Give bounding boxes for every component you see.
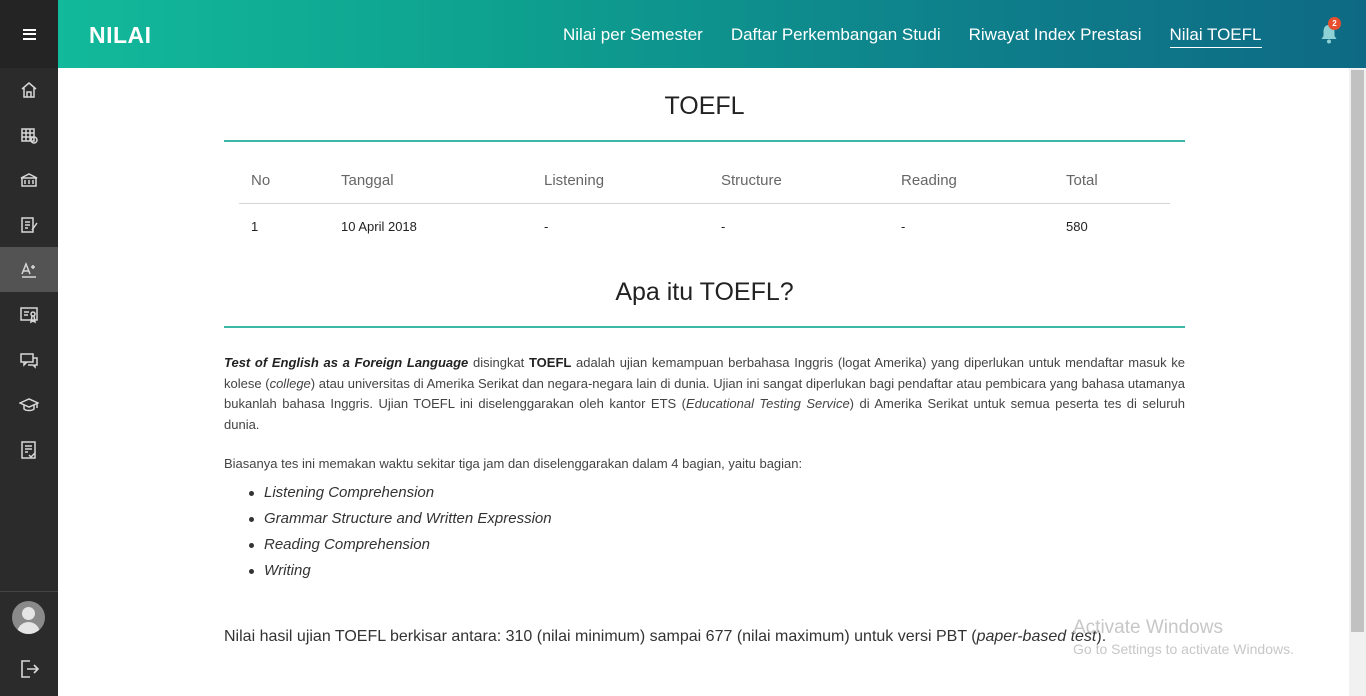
college-italic: college xyxy=(269,375,311,391)
top-header: NILAI Nilai per Semester Daftar Perkemba… xyxy=(58,0,1366,68)
list-item: Reading Comprehension xyxy=(224,532,1185,558)
toefl-table: No Tanggal Listening Structure Reading T… xyxy=(239,163,1170,243)
document-edit-icon xyxy=(21,216,38,233)
brand-title: NILAI xyxy=(89,22,152,48)
list-item: Listening Comprehension xyxy=(224,480,1185,506)
about-divider xyxy=(224,326,1185,328)
sidebar-item-schedule[interactable] xyxy=(0,112,58,157)
duration-paragraph: Biasanya tes ini memakan waktu sekitar t… xyxy=(224,456,803,471)
nav-daftar-perkembangan-studi[interactable]: Daftar Perkembangan Studi xyxy=(731,25,941,48)
term-italic: Test of English as a Foreign Language xyxy=(224,355,469,370)
col-header-structure: Structure xyxy=(721,172,782,189)
logout-icon xyxy=(21,660,40,678)
certificate-icon xyxy=(20,306,38,323)
watermark-line-2: Go to Settings to activate Windows. xyxy=(1073,641,1294,657)
col-header-tanggal: Tanggal xyxy=(341,172,394,189)
chat-icon xyxy=(20,352,38,369)
building-icon xyxy=(20,172,38,187)
watermark-line-1: Activate Windows xyxy=(1073,617,1223,638)
cell-structure: - xyxy=(721,219,726,234)
sidebar-item-home[interactable] xyxy=(0,67,58,112)
col-header-listening: Listening xyxy=(544,172,605,189)
sidebar-item-graduation[interactable] xyxy=(0,382,58,427)
notification-badge: 2 xyxy=(1328,17,1341,30)
list-item: Writing xyxy=(224,558,1185,584)
table-header-divider xyxy=(239,203,1170,204)
cell-no: 1 xyxy=(251,219,259,234)
nav-nilai-per-semester[interactable]: Nilai per Semester xyxy=(563,25,703,48)
sidebar-item-building[interactable] xyxy=(0,157,58,202)
about-title: Apa itu TOEFL? xyxy=(615,278,794,306)
term-abbr: TOEFL xyxy=(528,355,572,370)
top-nav: Nilai per Semester Daftar Perkembangan S… xyxy=(563,25,1290,48)
sidebar-divider xyxy=(0,591,58,592)
scrollbar-thumb[interactable] xyxy=(1351,70,1364,632)
avatar[interactable] xyxy=(12,601,45,634)
list-item: Grammar Structure and Written Expression xyxy=(224,506,1185,532)
nav-nilai-toefl[interactable]: Nilai TOEFL xyxy=(1169,25,1262,48)
col-header-no: No xyxy=(251,172,271,189)
intro-text-1: disingkat xyxy=(468,355,529,370)
cell-listening: - xyxy=(544,219,549,234)
col-header-total: Total xyxy=(1066,172,1098,189)
cell-tanggal: 10 April 2018 xyxy=(341,219,417,234)
sidebar xyxy=(0,0,58,696)
menu-toggle-button[interactable] xyxy=(0,0,58,68)
ets-italic: Educational Testing Service xyxy=(686,396,850,411)
sidebar-item-toefl[interactable] xyxy=(0,247,58,292)
hamburger-icon xyxy=(22,28,36,40)
sidebar-item-document[interactable] xyxy=(0,202,58,247)
intro-paragraph: Test of English as a Foreign Language di… xyxy=(224,353,1185,435)
page-title: TOEFL xyxy=(664,92,745,120)
logout-button[interactable] xyxy=(17,657,41,681)
title-divider xyxy=(224,140,1185,142)
sidebar-item-certificate[interactable] xyxy=(0,292,58,337)
sidebar-item-checklist[interactable] xyxy=(0,427,58,472)
schedule-grid-icon xyxy=(21,127,38,144)
sections-list: Listening Comprehension Grammar Structur… xyxy=(224,480,1185,584)
cell-total: 580 xyxy=(1066,219,1088,234)
windows-activation-watermark: Activate Windows Go to Settings to activ… xyxy=(1073,617,1294,657)
home-icon xyxy=(21,81,37,98)
score-range-paragraph: Nilai hasil ujian TOEFL berkisar antara:… xyxy=(224,623,1185,650)
vertical-scrollbar[interactable] xyxy=(1349,68,1366,696)
range-text: Nilai hasil ujian TOEFL berkisar antara:… xyxy=(224,628,977,645)
text-size-icon xyxy=(21,261,36,278)
nav-riwayat-index-prestasi[interactable]: Riwayat Index Prestasi xyxy=(969,25,1142,48)
col-header-reading: Reading xyxy=(901,172,957,189)
sidebar-item-chat[interactable] xyxy=(0,337,58,382)
graduation-cap-icon xyxy=(19,397,39,411)
cell-reading: - xyxy=(901,219,906,234)
checklist-icon xyxy=(21,440,36,459)
